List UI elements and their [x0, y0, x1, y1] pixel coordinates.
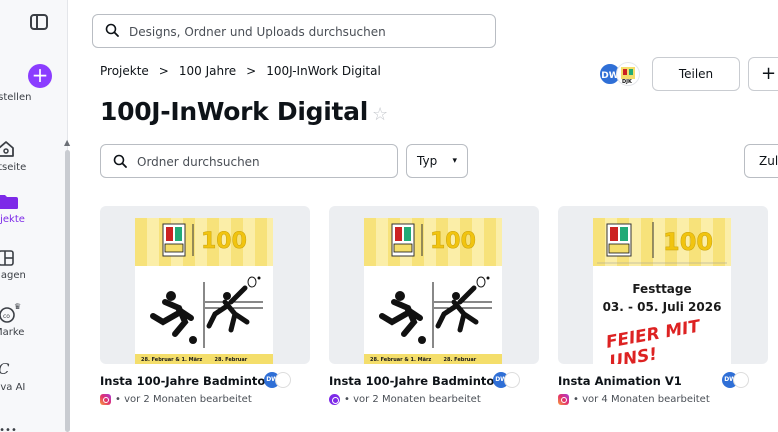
- folder-search[interactable]: [100, 144, 398, 178]
- star-icon[interactable]: ☆: [372, 104, 388, 125]
- chevron-right-icon: >: [246, 64, 257, 78]
- add-button[interactable]: +: [748, 57, 778, 91]
- sidebar-item-label: rstellen: [0, 92, 32, 103]
- instagram-icon: [558, 394, 569, 405]
- sidebar-item-label: nva AI: [0, 382, 26, 393]
- collaborator-avatars[interactable]: DW DJK: [598, 62, 644, 88]
- badminton-poster-image: 100: [150, 223, 263, 348]
- search-icon: [113, 154, 127, 168]
- design-card[interactable]: 100 28. Februar & 1. März 28. Februar In…: [100, 206, 310, 405]
- poster-dates: 03. - 05. Juli 2026: [602, 300, 722, 314]
- design-title[interactable]: Insta Animation V1: [558, 374, 728, 388]
- sidebar-scrollbar[interactable]: [65, 150, 70, 432]
- design-thumbnail[interactable]: 100 Festtage 03. - 05. Juli 2026 FEIER M…: [558, 206, 768, 364]
- sidebar-item-label: rlagen: [0, 270, 26, 281]
- breadcrumb-100-jahre[interactable]: 100 Jahre: [179, 64, 236, 78]
- sidebar-item-templates[interactable]: rlagen: [0, 250, 64, 281]
- svg-text:C: C: [0, 360, 10, 378]
- club-logo-icon: [504, 372, 520, 388]
- chevron-down-icon: ▾: [452, 156, 457, 166]
- card-collaborators: DW: [722, 372, 750, 388]
- design-meta: • vor 4 Monaten bearbeitet: [558, 394, 768, 405]
- more-icon[interactable]: •••: [0, 425, 17, 432]
- sort-button[interactable]: Zul: [744, 144, 778, 178]
- folder-icon: [0, 195, 18, 209]
- panel-toggle-icon[interactable]: [30, 14, 48, 30]
- edited-time: • vor 2 Monaten bearbeitet: [344, 394, 481, 405]
- thumbnail-image: 100 28. Februar & 1. März 28. Februar: [135, 218, 273, 364]
- home-icon: [0, 141, 14, 157]
- sidebar: + rstellen rtseite ojekte rlagen co ♛ Mar…: [0, 0, 70, 432]
- svg-text:100: 100: [430, 229, 476, 254]
- svg-text:100: 100: [663, 228, 713, 256]
- svg-text:♛: ♛: [14, 303, 21, 311]
- templates-icon: [0, 250, 14, 266]
- poster-slogan: FEIER MIT UNS!: [604, 316, 702, 364]
- design-meta: • vor 2 Monaten bearbeitet: [329, 394, 539, 405]
- page-title: 100J-InWork Digital: [100, 97, 368, 126]
- thumbnail-image: 100 Festtage 03. - 05. Juli 2026 FEIER M…: [593, 218, 731, 364]
- scroll-up-arrow-icon[interactable]: ▲: [64, 138, 70, 147]
- club-logo-icon: [275, 372, 291, 388]
- svg-text:DJK: DJK: [622, 79, 633, 85]
- breadcrumb: Projekte > 100 Jahre > 100J-InWork Digit…: [100, 64, 381, 78]
- club-logo-icon: DJK: [616, 62, 640, 86]
- canva-ai-icon: C: [0, 360, 10, 378]
- svg-text:co: co: [3, 313, 10, 320]
- breadcrumb-projekte[interactable]: Projekte: [100, 64, 149, 78]
- sidebar-item-label: Marke: [0, 327, 25, 338]
- edited-time: • vor 2 Monaten bearbeitet: [115, 394, 252, 405]
- sidebar-item-canva-ai[interactable]: C nva AI: [0, 360, 64, 393]
- canva-icon: [329, 394, 340, 405]
- design-meta: • vor 2 Monaten bearbeitet: [100, 394, 310, 405]
- create-plus-icon[interactable]: +: [28, 64, 52, 88]
- instagram-icon: [100, 394, 111, 405]
- badminton-poster-image: 100: [379, 223, 492, 348]
- poster-headline: Festtage: [632, 282, 692, 296]
- edited-time: • vor 4 Monaten bearbeitet: [573, 394, 710, 405]
- breadcrumb-current: 100J-InWork Digital: [266, 64, 381, 78]
- type-filter-dropdown[interactable]: Typ ▾: [406, 144, 468, 178]
- global-search[interactable]: [92, 14, 496, 48]
- share-button[interactable]: Teilen: [652, 57, 740, 91]
- design-thumbnail[interactable]: 100 28. Februar & 1. März 28. Februar: [100, 206, 310, 364]
- sidebar-item-home[interactable]: rtseite: [0, 140, 64, 173]
- sidebar-item-projects[interactable]: ojekte: [0, 194, 64, 225]
- club-logo-icon: [733, 372, 749, 388]
- folder-search-input[interactable]: [137, 152, 387, 172]
- design-title[interactable]: Insta 100-Jahre Badminto...: [100, 374, 270, 388]
- card-collaborators: DW: [493, 372, 521, 388]
- club-logo-icon: 100: [597, 222, 727, 264]
- design-thumbnail[interactable]: 100 28. Februar & 1. März 28. Februar: [329, 206, 539, 364]
- svg-text:100: 100: [201, 229, 247, 254]
- thumbnail-image: 100 28. Februar & 1. März 28. Februar: [364, 218, 502, 364]
- design-title[interactable]: Insta 100-Jahre Badminto...: [329, 374, 499, 388]
- search-input[interactable]: [129, 22, 479, 42]
- card-collaborators: DW: [264, 372, 292, 388]
- poster-footer: 28. Februar & 1. März 28. Februar: [141, 357, 248, 363]
- sidebar-item-label: ojekte: [0, 214, 25, 225]
- poster-footer: 28. Februar & 1. März 28. Februar: [370, 357, 477, 363]
- chevron-right-icon: >: [158, 64, 169, 78]
- sidebar-more-button[interactable]: •••: [0, 418, 64, 432]
- brand-icon: co ♛: [0, 303, 21, 323]
- design-card[interactable]: 100 Festtage 03. - 05. Juli 2026 FEIER M…: [558, 206, 768, 405]
- search-icon: [105, 23, 119, 37]
- type-filter-label: Typ: [417, 154, 438, 168]
- design-card[interactable]: 100 28. Februar & 1. März 28. Februar In…: [329, 206, 539, 405]
- sidebar-item-create[interactable]: + rstellen: [0, 64, 64, 103]
- sidebar-item-label: rtseite: [0, 162, 27, 173]
- sidebar-item-brand[interactable]: co ♛ Marke: [0, 303, 64, 338]
- canva-projects-page: + rstellen rtseite ojekte rlagen co ♛ Mar…: [0, 0, 778, 432]
